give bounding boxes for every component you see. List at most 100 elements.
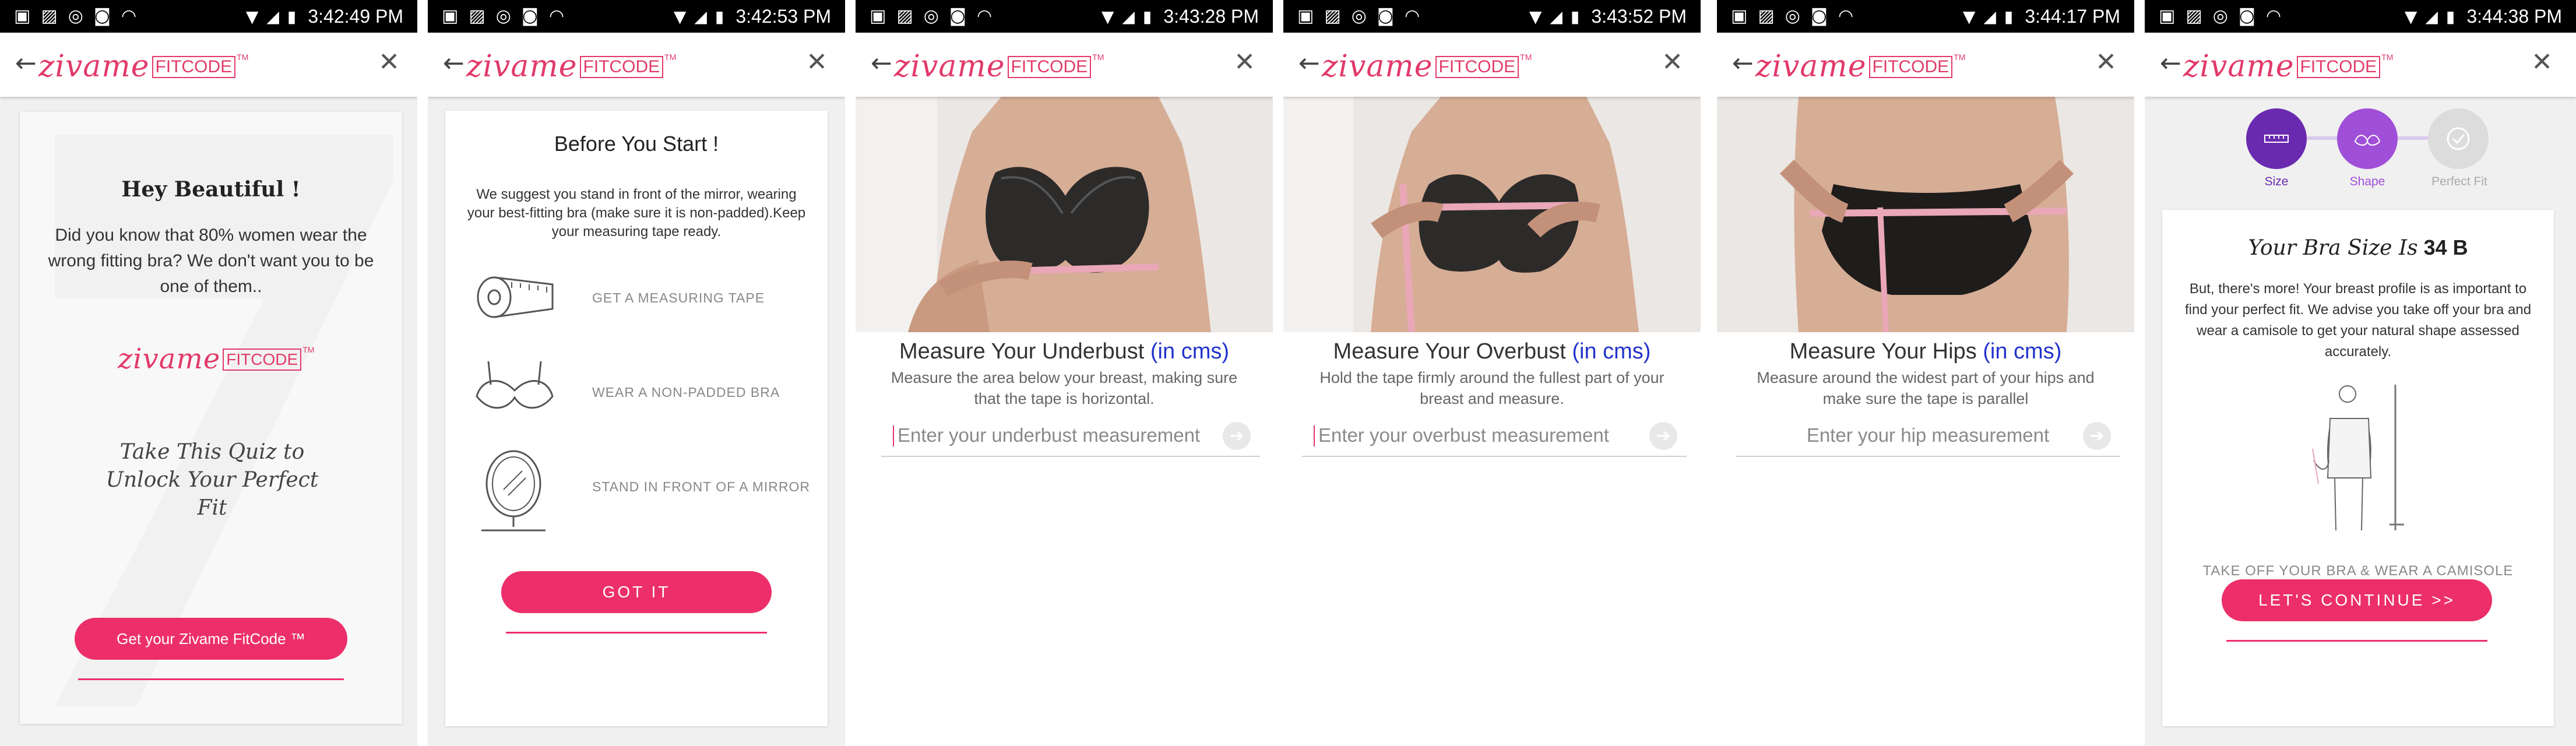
image-icon: ▨ [896, 6, 913, 26]
step-perfect-fit[interactable] [2428, 108, 2489, 169]
wifi-icon: ◠ [1405, 6, 1420, 26]
got-it-button[interactable]: GOT IT [501, 571, 772, 613]
message-icon: ▣ [2159, 6, 2176, 26]
back-arrow-icon[interactable]: ← [1732, 49, 1754, 78]
whatsapp-icon: ◎ [68, 6, 83, 26]
check-circle-icon [2447, 127, 2470, 150]
app-bar: ← zivame FITCODE TM ✕ [856, 33, 1273, 97]
battery-icon: ▮ [2445, 6, 2455, 26]
overbust-measurement-photo [1283, 97, 1701, 332]
camisole-illustration [2312, 385, 2404, 531]
cell-signal-icon: ◢ [1550, 6, 1563, 26]
image-icon: ▨ [1758, 6, 1775, 26]
button-underline [78, 678, 344, 680]
checklist-item-bra: WEAR A NON-PADDED BRA [592, 385, 780, 400]
status-bar: ▣ ▨ ◎ ◙ ◠ ▼ ◢ ▮ 3:44:38 PM [2145, 0, 2576, 33]
step-label-shape: Shape [2349, 175, 2385, 188]
battery-icon: ▮ [1570, 6, 1580, 26]
zivame-fitcode-logo: zivame FITCODE TM [38, 49, 249, 84]
wifi-signal-icon: ▼ [1962, 6, 1976, 26]
welcome-card: Hey Beautiful ! Did you know that 80% wo… [20, 112, 402, 724]
back-arrow-icon[interactable]: ← [2160, 49, 2181, 78]
text-cursor [1314, 425, 1315, 446]
hips-input-row: ➔ [1736, 417, 2120, 457]
camera-icon: ◙ [949, 6, 967, 26]
whatsapp-icon: ◎ [495, 6, 511, 26]
camera-icon: ◙ [1377, 6, 1395, 26]
close-icon[interactable]: ✕ [1662, 48, 1683, 77]
close-icon[interactable]: ✕ [378, 48, 400, 77]
message-icon: ▣ [1297, 6, 1314, 26]
close-icon[interactable]: ✕ [1234, 48, 1255, 77]
status-bar: ▣ ▨ ◎ ◙ ◠ ▼ ◢ ▮ 3:42:53 PM [428, 0, 845, 33]
close-icon[interactable]: ✕ [806, 48, 828, 77]
status-bar: ▣ ▨ ◎ ◙ ◠ ▼ ◢ ▮ 3:43:52 PM [1283, 0, 1701, 33]
app-bar: ← zivame FITCODE TM ✕ [0, 33, 417, 97]
bra-shape-icon [2354, 135, 2381, 146]
back-arrow-icon[interactable]: ← [1298, 49, 1320, 78]
submit-arrow-icon[interactable]: ➔ [2083, 422, 2111, 450]
step-size[interactable] [2246, 108, 2307, 169]
underbust-title: Measure Your Underbust (in cms) [899, 339, 1230, 364]
cell-signal-icon: ◢ [1983, 6, 1996, 26]
button-underline [2226, 640, 2487, 642]
message-icon: ▣ [14, 6, 31, 26]
get-fitcode-button[interactable]: Get your Zivame FitCode ™ [75, 618, 347, 660]
step-shape[interactable] [2337, 108, 2398, 169]
back-arrow-icon[interactable]: ← [15, 49, 37, 78]
message-icon: ▣ [442, 6, 459, 26]
submit-arrow-icon[interactable]: ➔ [1649, 422, 1677, 450]
bra-icon [476, 361, 554, 409]
wifi-signal-icon: ▼ [2404, 6, 2417, 26]
wifi-signal-icon: ▼ [673, 6, 687, 26]
back-arrow-icon[interactable]: ← [871, 49, 892, 78]
cell-signal-icon: ◢ [1122, 6, 1135, 26]
camera-icon: ◙ [1810, 6, 1828, 26]
zivame-fitcode-logo: zivame FITCODE TM [1322, 49, 1532, 84]
hips-input[interactable] [1771, 421, 2085, 450]
step-label-perfect-fit: Perfect Fit [2431, 175, 2487, 188]
status-time: 3:44:17 PM [2025, 5, 2120, 27]
status-bar: ▣ ▨ ◎ ◙ ◠ ▼ ◢ ▮ 3:42:49 PM [0, 0, 417, 33]
wifi-icon: ◠ [977, 6, 993, 26]
camera-icon: ◙ [2238, 6, 2256, 26]
camisole-caption: TAKE OFF YOUR BRA & WEAR A CAMISOLE [2202, 563, 2514, 579]
close-icon[interactable]: ✕ [2531, 48, 2553, 77]
underbust-description: Measure the area below your breast, maki… [891, 369, 1238, 407]
screen-bra-size-result: ▣ ▨ ◎ ◙ ◠ ▼ ◢ ▮ 3:44:38 PM ← zivame FITCO… [2145, 0, 2576, 746]
app-bar: ← zivame FITCODE TM ✕ [1283, 33, 1701, 97]
status-time: 3:42:49 PM [308, 5, 403, 27]
status-bar: ▣ ▨ ◎ ◙ ◠ ▼ ◢ ▮ 3:44:17 PM [1717, 0, 2134, 33]
lets-continue-button[interactable]: LET'S CONTINUE >> [2222, 579, 2492, 621]
whatsapp-icon: ◎ [2212, 6, 2228, 26]
wifi-icon: ◠ [121, 6, 137, 26]
welcome-body: Did you know that 80% women wear the wro… [48, 226, 374, 296]
result-body: But, there's more! Your breast profile i… [2184, 281, 2532, 360]
wifi-icon: ◠ [1838, 6, 1854, 26]
image-icon: ▨ [469, 6, 485, 26]
tape-icon [2264, 135, 2289, 143]
bra-size-result: Your Bra Size Is 34 B [2248, 235, 2468, 260]
status-time: 3:44:38 PM [2466, 5, 2562, 27]
app-bar: ← zivame FITCODE TM ✕ [2145, 33, 2576, 97]
wifi-signal-icon: ▼ [1529, 6, 1542, 26]
camera-icon: ◙ [521, 6, 539, 26]
back-arrow-icon[interactable]: ← [443, 49, 464, 78]
unit-label: (in cms) [1572, 339, 1651, 364]
battery-icon: ▮ [2004, 6, 2014, 26]
bra-size-value: 34 B [2423, 235, 2468, 259]
close-icon[interactable]: ✕ [2095, 48, 2117, 77]
screen-welcome: ▣ ▨ ◎ ◙ ◠ ▼ ◢ ▮ 3:42:49 PM ← zivame FITCO… [0, 0, 417, 746]
message-icon: ▣ [870, 6, 886, 26]
status-bar: ▣ ▨ ◎ ◙ ◠ ▼ ◢ ▮ 3:43:28 PM [856, 0, 1273, 33]
underbust-input[interactable] [898, 421, 1212, 450]
overbust-input[interactable] [1318, 421, 1633, 450]
cell-signal-icon: ◢ [266, 6, 279, 26]
wifi-icon: ◠ [2266, 6, 2282, 26]
status-time: 3:43:28 PM [1163, 5, 1259, 27]
app-bar: ← zivame FITCODE TM ✕ [1717, 33, 2134, 97]
submit-arrow-icon[interactable]: ➔ [1223, 422, 1251, 450]
screen-hips: ▣ ▨ ◎ ◙ ◠ ▼ ◢ ▮ 3:44:17 PM ← zivame FITCO… [1717, 0, 2134, 746]
before-start-body: We suggest you stand in front of the mir… [467, 186, 806, 240]
status-time: 3:43:52 PM [1591, 5, 1687, 27]
